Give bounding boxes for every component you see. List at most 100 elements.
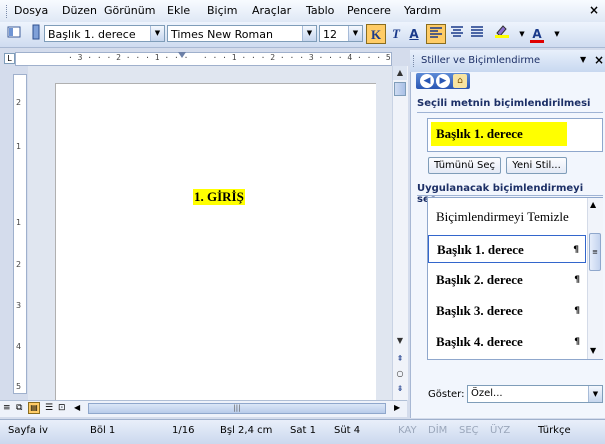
- font-size-combo[interactable]: 12 ▼: [319, 25, 363, 42]
- style-list-scrollbar[interactable]: ▲ ≡ ▼: [587, 198, 603, 359]
- vruler-mark: 2: [16, 98, 22, 107]
- status-page-of: 1/16: [172, 425, 195, 436]
- task-pane-title: Stiller ve Biçimlendirme: [421, 55, 541, 66]
- next-page-icon[interactable]: ⇟: [393, 382, 407, 396]
- forward-icon[interactable]: ▶: [436, 74, 450, 88]
- style-item-heading-3[interactable]: Başlık 3. derece ¶: [428, 297, 586, 325]
- menu-araclar[interactable]: Araçlar: [252, 4, 291, 17]
- scroll-down-icon[interactable]: ▼: [590, 346, 596, 355]
- scroll-up-icon[interactable]: ▲: [393, 66, 407, 80]
- document-heading[interactable]: 1. GİRİŞ: [193, 189, 245, 205]
- chevron-down-icon[interactable]: ▼: [348, 26, 362, 41]
- status-line: Sat 1: [290, 425, 316, 436]
- menu-dosya[interactable]: Dosya: [14, 4, 48, 17]
- font-combo[interactable]: Times New Roman ▼: [167, 25, 317, 42]
- select-browse-object-icon[interactable]: ○: [393, 367, 407, 381]
- outline-view-icon[interactable]: ☰: [45, 403, 53, 413]
- bold-button[interactable]: K: [366, 24, 386, 44]
- scroll-down-icon[interactable]: ▼: [393, 334, 407, 348]
- document-page[interactable]: [55, 83, 376, 404]
- menu-tablo[interactable]: Tablo: [306, 4, 334, 17]
- web-layout-icon[interactable]: ⧉: [16, 403, 22, 413]
- horizontal-scroll-track[interactable]: |||: [88, 403, 386, 414]
- status-uyz[interactable]: ÜYZ: [490, 425, 510, 436]
- scroll-thumb[interactable]: ≡: [589, 233, 601, 271]
- home-icon[interactable]: ⌂: [453, 74, 467, 88]
- status-kay[interactable]: KAY: [398, 425, 417, 436]
- menu-ekle[interactable]: Ekle: [167, 4, 190, 17]
- menu-gorunum[interactable]: Görünüm: [104, 4, 155, 17]
- status-bar: Sayfa iv Böl 1 1/16 Bşl 2,4 cm Sat 1 Süt…: [0, 419, 605, 444]
- chevron-down-icon[interactable]: ▼: [547, 24, 567, 44]
- paragraph-mark-icon: ¶: [574, 306, 580, 316]
- font-color-button[interactable]: A: [527, 24, 547, 44]
- styles-pane-icon[interactable]: [4, 24, 24, 44]
- chevron-down-icon[interactable]: ▼: [302, 26, 316, 41]
- menu-grip[interactable]: [6, 5, 10, 18]
- show-combo-value: Özel...: [471, 388, 503, 399]
- menu-pencere[interactable]: Pencere: [347, 4, 391, 17]
- style-item-label: Biçimlendirmeyi Temizle: [436, 209, 569, 224]
- justify-icon[interactable]: [467, 24, 487, 44]
- style-item-label: Başlık 4. derece: [436, 334, 523, 349]
- align-center-icon[interactable]: [447, 24, 467, 44]
- highlight-icon[interactable]: [492, 24, 512, 44]
- font-combo-value: Times New Roman: [171, 28, 273, 41]
- menu-yardim[interactable]: Yardım: [404, 4, 441, 17]
- tab-selector[interactable]: L: [4, 53, 15, 64]
- pane-close-icon[interactable]: ×: [594, 53, 604, 67]
- scroll-up-icon[interactable]: ▲: [590, 200, 596, 209]
- vruler-mark: 2: [16, 260, 22, 269]
- menu-bicim[interactable]: Biçim: [207, 4, 237, 17]
- style-item-heading-2[interactable]: Başlık 2. derece ¶: [428, 266, 586, 294]
- document-vertical-scrollbar[interactable]: ▲ ▼ ⇞ ○ ⇟: [392, 66, 408, 400]
- status-position: Bşl 2,4 cm: [220, 425, 273, 436]
- style-combo-value: Başlık 1. derece: [48, 28, 136, 41]
- normal-view-icon[interactable]: ≡: [3, 403, 11, 413]
- print-layout-icon[interactable]: ▤: [28, 402, 40, 414]
- horizontal-scroll-thumb[interactable]: |||: [88, 403, 386, 414]
- font-color-label: A: [532, 27, 542, 41]
- style-item-label: Başlık 3. derece: [436, 303, 523, 318]
- indent-marker-icon[interactable]: [178, 52, 186, 58]
- pane-menu-chevron-icon[interactable]: ▼: [580, 55, 586, 64]
- underline-button[interactable]: A: [404, 24, 424, 44]
- status-sec[interactable]: SEÇ: [459, 425, 479, 436]
- style-combo[interactable]: Başlık 1. derece ▼: [44, 25, 165, 42]
- previous-page-icon[interactable]: ⇞: [393, 352, 407, 366]
- menu-duzen[interactable]: Düzen: [62, 4, 97, 17]
- pane-grip[interactable]: [413, 55, 417, 67]
- status-language: Türkçe: [538, 425, 571, 436]
- style-item-label: Başlık 1. derece: [437, 242, 524, 257]
- style-item-label: Başlık 2. derece: [436, 272, 523, 287]
- chevron-down-icon[interactable]: ▼: [588, 386, 602, 402]
- vruler-mark: 1: [16, 142, 22, 151]
- font-size-value: 12: [323, 28, 337, 41]
- paragraph-mark-icon: ¶: [574, 275, 580, 285]
- select-all-button[interactable]: Tümünü Seç: [428, 157, 501, 174]
- styles-aa-icon[interactable]: [26, 24, 46, 44]
- vruler-mark: 5: [16, 382, 22, 391]
- style-item-clear[interactable]: Biçimlendirmeyi Temizle: [428, 203, 586, 231]
- close-document-icon[interactable]: ×: [589, 3, 599, 17]
- status-page: Sayfa iv: [8, 425, 48, 436]
- show-combo[interactable]: Özel... ▼: [467, 385, 603, 403]
- back-icon[interactable]: ◀: [420, 74, 434, 88]
- italic-button[interactable]: T: [386, 24, 406, 44]
- style-item-heading-1[interactable]: Başlık 1. derece ¶: [428, 235, 586, 263]
- new-style-button[interactable]: Yeni Stil...: [506, 157, 567, 174]
- style-item-heading-4[interactable]: Başlık 4. derece ¶: [428, 328, 586, 356]
- view-and-hscroll-bar: ≡ ⧉ ▤ ☰ ⊡ ◀ ||| ▶: [0, 400, 407, 417]
- align-left-icon[interactable]: [426, 24, 446, 44]
- task-pane-nav: ◀ ▶ ⌂: [416, 73, 470, 89]
- scroll-right-icon[interactable]: ▶: [394, 403, 400, 412]
- scroll-left-icon[interactable]: ◀: [74, 403, 80, 412]
- chevron-down-icon[interactable]: ▼: [150, 26, 164, 41]
- divider: [417, 112, 603, 113]
- status-column: Süt 4: [334, 425, 361, 436]
- scroll-thumb[interactable]: [394, 82, 406, 96]
- status-dim[interactable]: DİM: [428, 425, 447, 436]
- reading-layout-icon[interactable]: ⊡: [58, 403, 66, 413]
- ruler-marks: · 3 · · · 2 · · · 1 · · · · · · 1 · · · …: [68, 53, 391, 62]
- selected-style-value: Başlık 1. derece: [431, 122, 567, 146]
